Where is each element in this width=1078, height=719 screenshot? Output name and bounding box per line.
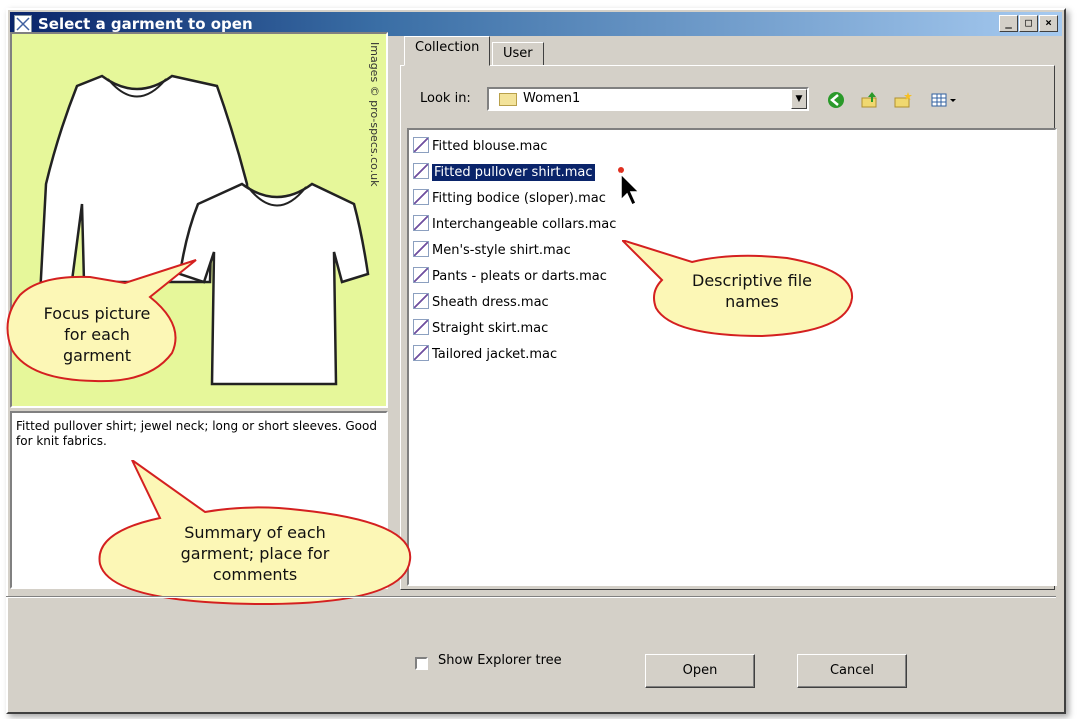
show-explorer-label[interactable]: Show Explorer tree (438, 653, 562, 668)
chevron-down-icon[interactable]: ▼ (791, 89, 807, 109)
up-folder-icon[interactable] (860, 90, 880, 110)
minimize-button[interactable]: _ (999, 15, 1018, 32)
garment-file-icon (413, 345, 429, 361)
folder-icon (499, 93, 517, 106)
maximize-button[interactable]: □ (1019, 15, 1038, 32)
garment-file-icon (413, 189, 429, 205)
list-item[interactable]: Men's-style shirt.mac (413, 241, 571, 261)
garment-file-icon (413, 241, 429, 257)
garment-file-icon (413, 319, 429, 335)
list-item[interactable]: Fitting bodice (sloper).mac (413, 189, 606, 209)
cancel-button[interactable]: Cancel (797, 654, 907, 688)
app-icon (14, 15, 32, 33)
list-item[interactable]: Straight skirt.mac (413, 319, 548, 339)
list-item[interactable]: Interchangeable collars.mac (413, 215, 616, 235)
tab-collection[interactable]: Collection (404, 36, 491, 66)
look-in-dropdown[interactable]: Women1 ▼ (487, 87, 809, 111)
show-explorer-checkbox[interactable] (415, 657, 428, 670)
back-icon[interactable] (826, 90, 846, 110)
garment-file-icon (413, 163, 429, 179)
garment-file-icon (413, 215, 429, 231)
callout-summary: Summary of each garment; place for comme… (90, 459, 420, 610)
new-folder-icon[interactable] (893, 90, 913, 110)
look-in-value: Women1 (523, 91, 581, 106)
list-item[interactable]: Fitted pullover shirt.mac (413, 163, 595, 183)
callout-focus-picture: Focus picture for each garment (0, 255, 210, 385)
window-title: Select a garment to open (38, 15, 253, 33)
image-credit: Images © pro-specs.co.uk (368, 42, 381, 187)
list-item[interactable]: Sheath dress.mac (413, 293, 549, 313)
garment-file-icon (413, 137, 429, 153)
garment-file-icon (413, 267, 429, 283)
mouse-pointer-icon (618, 167, 641, 206)
view-menu-icon[interactable] (930, 90, 958, 110)
list-item[interactable]: Tailored jacket.mac (413, 345, 557, 365)
file-list[interactable]: Fitted blouse.mac Fitted pullover shirt.… (407, 128, 1057, 586)
look-in-label: Look in: (420, 91, 471, 106)
close-button[interactable]: × (1039, 15, 1058, 32)
list-item[interactable]: Fitted blouse.mac (413, 137, 547, 157)
callout-file-names: Descriptive file names (621, 239, 862, 340)
footer-divider (6, 596, 1056, 598)
open-button[interactable]: Open (645, 654, 755, 688)
tab-user[interactable]: User (492, 42, 544, 66)
list-item[interactable]: Pants - pleats or darts.mac (413, 267, 607, 287)
garment-file-icon (413, 293, 429, 309)
